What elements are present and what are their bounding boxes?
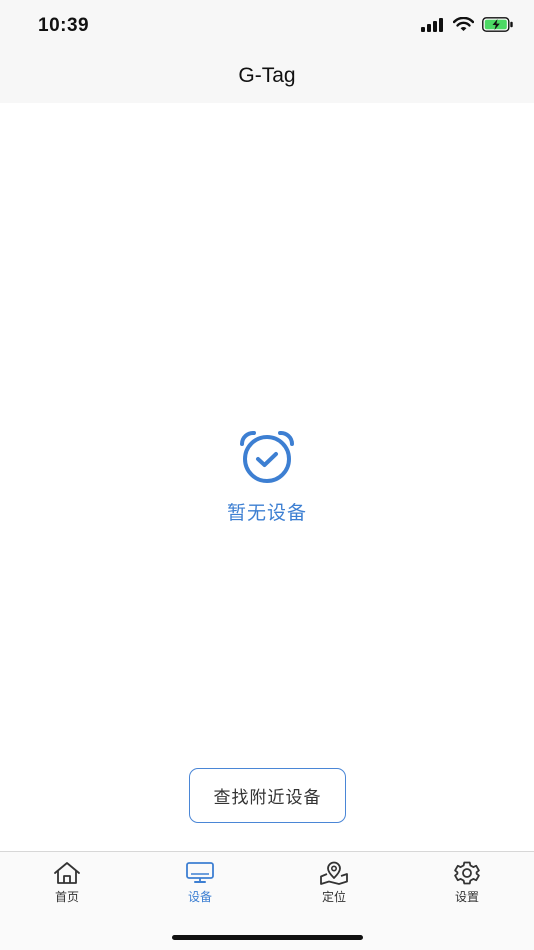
find-nearby-devices-button[interactable]: 查找附近设备 <box>189 768 346 823</box>
tab-settings[interactable]: 设置 <box>422 861 512 905</box>
tab-location[interactable]: 定位 <box>289 861 379 905</box>
home-indicator <box>172 935 363 940</box>
page-title: G-Tag <box>238 64 296 87</box>
tab-devices-label: 设备 <box>187 890 212 904</box>
gear-icon <box>454 861 480 885</box>
empty-message: 暂无设备 <box>226 502 307 524</box>
wifi-icon <box>453 17 474 31</box>
tab-home[interactable]: 首页 <box>22 861 112 905</box>
tab-home-label: 首页 <box>54 890 79 904</box>
home-icon <box>54 862 80 884</box>
location-map-icon <box>320 861 348 885</box>
monitor-icon <box>186 862 214 883</box>
tab-settings-label: 设置 <box>454 890 479 904</box>
tab-location-label: 定位 <box>321 890 346 904</box>
alarm-check-icon <box>239 430 295 483</box>
screen: 10:39 G-Tag 暂无设备 查找附近设备 首页 设备 定位 设置 <box>0 0 534 950</box>
battery-charging-icon <box>482 17 513 32</box>
cellular-signal-icon <box>421 17 443 32</box>
status-time: 10:39 <box>38 15 90 36</box>
empty-state: 暂无设备 <box>0 428 534 525</box>
header: 10:39 G-Tag <box>0 0 534 103</box>
tab-devices[interactable]: 设备 <box>155 861 245 905</box>
status-icons <box>421 17 514 32</box>
